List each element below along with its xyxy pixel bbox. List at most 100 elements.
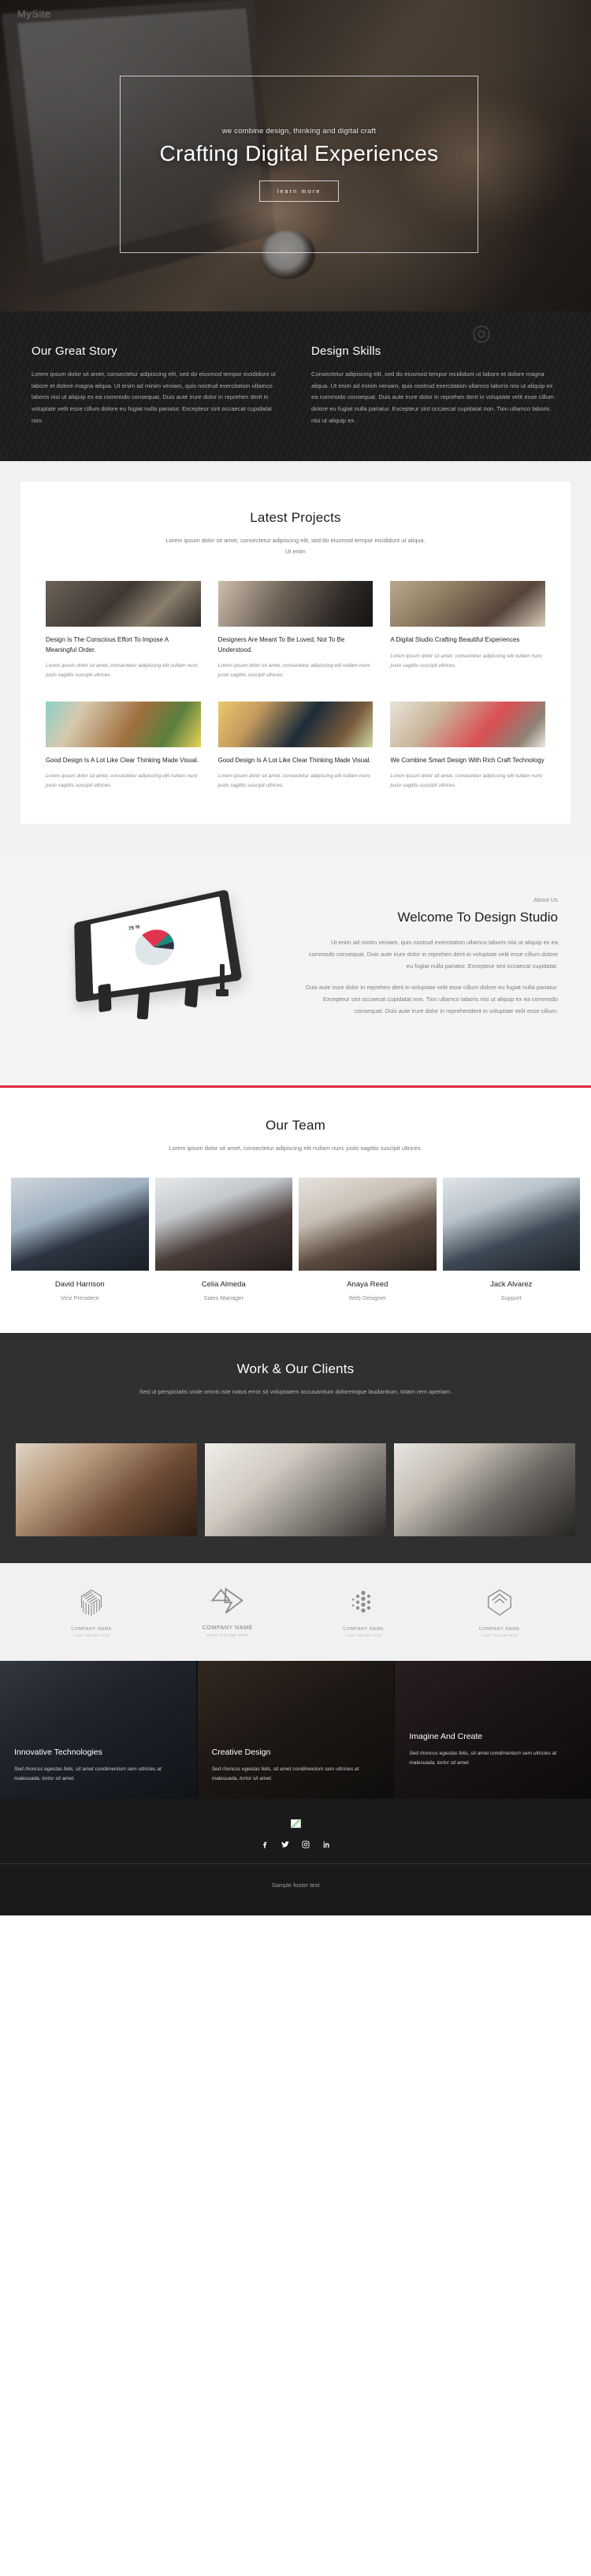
client-photo [205,1443,386,1537]
double-chevron-icon [210,1584,245,1618]
team-section: Our Team Lorem ipsum dolor sit amet, con… [0,1088,591,1334]
clients-header: Work & Our Clients Sed ut perspiciatis u… [0,1361,591,1398]
feature-title: Creative Design [211,1747,271,1757]
project-text: Lorem ipsum dolor sit amet, consectetur … [217,773,370,789]
client-logo-name: COMPANY NAME [343,1627,385,1632]
footer-divider [0,1863,591,1865]
project-title: Designers Are Meant To Be Loved, Not To … [217,635,345,653]
project-thumbnail[interactable] [46,701,201,747]
project-card[interactable]: Designers Are Meant To Be Loved, Not To … [217,580,374,681]
projects-section: Latest Projects Lorem ipsum dolor sit am… [0,461,591,856]
client-logo-item[interactable]: COMPANY NAME YOUR TAGLINE HERE [24,1585,160,1637]
feature-text: Sed rhoncus egestas felis, sit amet cond… [211,1766,359,1782]
features-section: Innovative Technologies Sed rhoncus eges… [0,1661,591,1800]
feature-text: Sed rhoncus egestas felis, sit amet cond… [409,1750,557,1766]
project-thumbnail[interactable] [217,580,374,627]
project-title: Design Is The Conscious Effort To Impose… [46,635,169,653]
client-logo-tagline: YOUR TAGLINE HERE [344,1634,382,1638]
project-card[interactable]: Good Design Is A Lot Like Clear Thinking… [46,701,201,791]
feature-card[interactable]: Imagine And Create Sed rhoncus egestas f… [395,1661,591,1800]
team-member-role: Vice President [61,1294,99,1302]
story-column-design-skills: Design Skills Consectetur adipiscing eli… [311,344,559,426]
project-thumbnail[interactable] [390,701,545,747]
feature-title: Imagine And Create [409,1731,483,1741]
projects-header: Latest Projects Lorem ipsum dolor sit am… [46,510,545,557]
team-title: Our Team [266,1118,325,1134]
project-card[interactable]: Design Is The Conscious Effort To Impose… [46,580,201,681]
client-logo-tagline: YOUR TAGLINE HERE [72,1634,110,1638]
feature-title: Innovative Technologies [14,1747,102,1757]
projects-title: Latest Projects [250,510,341,526]
team-member[interactable]: David Harrison Vice President [11,1178,149,1301]
team-member-name: Anaya Reed [347,1280,388,1290]
client-logo-item[interactable]: COMPANY NAME YOUR TAGLINE HERE [160,1584,296,1637]
projects-subtitle: Lorem ipsum dolor sit amet, consectetur … [165,537,426,555]
project-card[interactable]: A Digital Studio Crafting Beautiful Expe… [390,580,545,681]
shield-outline-icon [486,1585,513,1620]
project-card[interactable]: We Combine Smart Design With Rich Craft … [390,701,545,791]
story-body: Consectetur adipiscing elit, sed do eius… [311,370,555,424]
hero-section: MySite we combine design, thinking and d… [0,0,591,311]
client-logo-name: COMPANY NAME [71,1627,113,1632]
facebook-icon[interactable] [260,1839,270,1849]
tablet-stand-leg [184,980,199,1008]
team-member-photo [154,1178,292,1271]
client-logos-section: COMPANY NAME YOUR TAGLINE HERE COMPANY N… [0,1563,591,1662]
project-title: Good Design Is A Lot Like Clear Thinking… [46,756,199,764]
project-text: Lorem ipsum dolor sit amet, consectetur … [390,773,543,789]
project-card[interactable]: Good Design Is A Lot Like Clear Thinking… [217,701,374,791]
feature-content: Innovative Technologies Sed rhoncus eges… [0,1748,196,1785]
client-logo-item[interactable]: COMPANY NAME YOUR TAGLINE HERE [296,1585,432,1637]
team-member-photo [299,1178,437,1271]
team-member-role: Web Designer [348,1294,386,1302]
project-title: A Digital Studio Crafting Beautiful Expe… [390,635,520,643]
footer: Sample footer text [0,1799,591,1916]
client-photo [16,1443,197,1537]
clients-subtitle: Sed ut perspiciatis unde omnis iste natu… [139,1388,452,1396]
about-section: 75 % About Us Welcome To Design Studio U… [0,855,591,1086]
client-logo-name: COMPANY NAME [478,1627,520,1632]
project-thumbnail[interactable] [217,701,374,747]
linkedin-icon[interactable] [322,1839,332,1849]
about-text-column: About Us Welcome To Design Studio Ut eni… [296,896,591,1038]
feature-content: Creative Design Sed rhoncus egestas feli… [198,1748,394,1785]
team-header: Our Team Lorem ipsum dolor sit amet, con… [0,1118,591,1154]
team-member[interactable]: Celia Almeda Sales Manager [154,1178,292,1302]
tablet-screen: 75 % [90,896,231,995]
project-text: Lorem ipsum dolor sit amet, consectetur … [217,663,370,679]
stylus-holder [215,989,229,997]
twitter-icon[interactable] [281,1839,291,1849]
team-member-name: David Harrison [54,1280,105,1290]
story-column-our-great-story: Our Great Story Lorem ipsum dolor sit am… [32,344,280,426]
tablet-stand-leg [136,987,150,1020]
pie-chart-label: 75 % [128,925,140,932]
clients-photo-grid [0,1421,591,1563]
team-grid: David Harrison Vice President Celia Alme… [0,1178,591,1301]
learn-more-button[interactable]: learn more [258,181,340,202]
team-member[interactable]: Anaya Reed Web Designer [299,1178,437,1301]
about-paragraph-2: Duis aute irure dolor in reprehen derit … [305,984,558,1015]
feature-overlay [395,1661,591,1800]
footer-logo-icon [290,1819,301,1829]
team-member[interactable]: Jack Alvarez Support [442,1178,580,1301]
project-thumbnail[interactable] [390,580,545,627]
client-logo-tagline: YOUR TAGLINE HERE [206,1633,249,1638]
footer-text: Sample footer text [271,1882,320,1889]
hero-content: we combine design, thinking and digital … [120,76,478,253]
site-logo[interactable]: MySite [17,8,51,20]
team-member-photo [11,1178,149,1271]
client-photo [394,1443,575,1537]
client-logo-item[interactable]: COMPANY NAME YOUR TAGLINE HERE [432,1585,568,1637]
graphics-tablet-illustration: 75 % [50,889,247,1038]
project-text: Lorem ipsum dolor sit amet, consectetur … [390,653,543,668]
about-paragraph-1: Ut enim ad minim veniam, quis nostrud ex… [309,939,558,970]
project-text: Lorem ipsum dolor sit amet, consectetur … [46,773,199,789]
client-logo-tagline: YOUR TAGLINE HERE [481,1634,519,1638]
team-member-role: Sales Manager [203,1294,243,1302]
about-illustration: 75 % [0,889,296,1038]
project-thumbnail[interactable] [46,580,201,627]
projects-card: Latest Projects Lorem ipsum dolor sit am… [20,482,571,825]
feature-card[interactable]: Creative Design Sed rhoncus egestas feli… [197,1661,394,1800]
instagram-icon[interactable] [301,1839,311,1849]
feature-card[interactable]: Innovative Technologies Sed rhoncus eges… [0,1661,196,1800]
